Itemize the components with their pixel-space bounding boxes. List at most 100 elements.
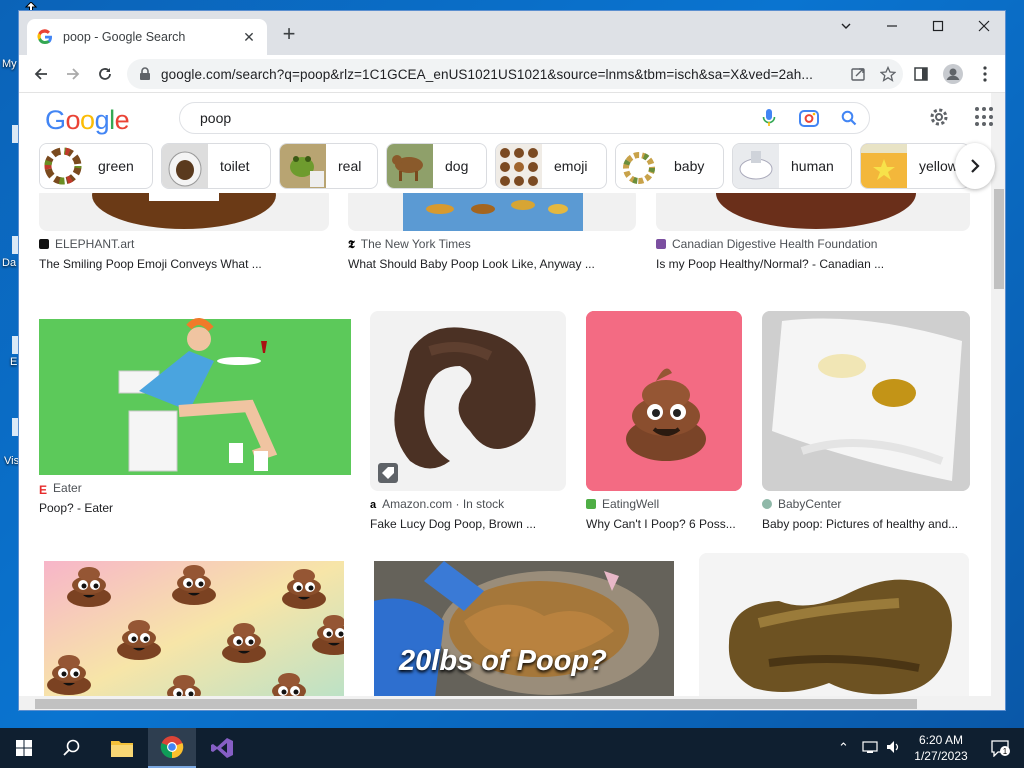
vertical-scroll-thumb[interactable] [994, 189, 1004, 289]
result-title[interactable]: The Smiling Poop Emoji Conveys What ... [39, 257, 329, 271]
result-thumbnail[interactable]: 20lbs of Poop? [374, 561, 674, 706]
side-panel-icon[interactable] [909, 62, 933, 86]
network-icon[interactable] [862, 740, 878, 757]
url-text[interactable]: google.com/search?q=poop&rlz=1C1GCEA_enU… [161, 67, 843, 82]
result-thumbnail[interactable] [39, 311, 351, 475]
image-result-card[interactable]: E Eater Poop? - Eater [39, 311, 351, 515]
result-title[interactable]: Fake Lucy Dog Poop, Brown ... [370, 517, 566, 531]
browser-menu-icon[interactable] [973, 62, 997, 86]
nyt-favicon-icon: 𝕿 [348, 239, 355, 251]
tab-close-icon[interactable]: ✕ [241, 29, 257, 46]
desktop-icon-label[interactable]: Da [2, 257, 16, 269]
chip-label: green [98, 158, 134, 174]
result-thumbnail[interactable] [39, 187, 329, 231]
chip-human[interactable]: human [732, 143, 852, 189]
file-explorer-button[interactable] [98, 728, 146, 768]
chips-next-button[interactable] [955, 143, 995, 189]
source-name: BabyCenter [778, 497, 842, 511]
search-query-text[interactable]: poop [200, 110, 749, 126]
amazon-favicon-icon: a [370, 499, 377, 511]
clock-time: 6:20 AM [918, 733, 964, 747]
voice-search-icon[interactable] [749, 103, 789, 133]
result-source[interactable]: E Eater [39, 481, 351, 495]
desktop-icon-label[interactable]: E [10, 356, 17, 368]
image-result-card[interactable]: 20lbs of Poop? [374, 561, 674, 706]
tab-title: poop - Google Search [63, 30, 186, 44]
chip-dog[interactable]: dog [386, 143, 487, 189]
image-result-card[interactable] [699, 553, 969, 706]
google-apps-icon[interactable] [975, 107, 995, 127]
chip-yellow[interactable]: yellow [860, 143, 970, 189]
emoji-thumb [496, 144, 542, 188]
result-source[interactable]: 𝕿 The New York Times [348, 237, 636, 251]
lock-icon[interactable] [139, 67, 151, 81]
result-title[interactable]: Baby poop: Pictures of healthy and... [762, 517, 970, 531]
result-thumbnail[interactable] [656, 187, 970, 231]
search-taskbar-button[interactable] [48, 728, 96, 768]
maximize-button[interactable] [915, 11, 961, 41]
result-source[interactable]: BabyCenter [762, 497, 970, 511]
settings-gear-icon[interactable] [925, 103, 953, 131]
close-window-button[interactable] [961, 11, 1005, 41]
reload-button[interactable] [93, 62, 117, 86]
result-thumbnail[interactable] [699, 553, 969, 706]
horizontal-scrollbar[interactable] [19, 696, 991, 710]
source-name: The New York Times [360, 237, 471, 251]
address-bar[interactable]: google.com/search?q=poop&rlz=1C1GCEA_enU… [127, 59, 903, 89]
result-thumbnail[interactable] [44, 561, 344, 706]
chip-label: toilet [220, 158, 250, 174]
image-result-card[interactable]: ELEPHANT.art The Smiling Poop Emoji Conv… [39, 187, 329, 271]
chip-real[interactable]: real [279, 143, 378, 189]
bookmark-star-icon[interactable] [873, 59, 903, 89]
image-result-card[interactable]: EatingWell Why Can't I Poop? 6 Poss... [586, 311, 742, 531]
tab-google-search[interactable]: poop - Google Search ✕ [27, 19, 267, 55]
vertical-scrollbar[interactable] [991, 93, 1005, 710]
chip-green[interactable]: green [39, 143, 153, 189]
visual-studio-button[interactable] [198, 728, 246, 768]
result-title[interactable]: Poop? - Eater [39, 501, 351, 515]
start-button[interactable] [0, 728, 48, 768]
result-thumbnail[interactable] [348, 187, 636, 231]
desktop-icon-label[interactable]: Vis [4, 455, 19, 467]
tab-search-chevron-icon[interactable] [823, 11, 869, 41]
notifications-button[interactable]: 1 [976, 728, 1024, 768]
chip-baby[interactable]: baby [615, 143, 724, 189]
babycenter-favicon-icon [762, 499, 772, 509]
result-thumbnail[interactable] [370, 311, 566, 491]
result-thumbnail[interactable] [586, 311, 742, 491]
volume-icon[interactable] [886, 740, 902, 757]
result-source[interactable]: EatingWell [586, 497, 742, 511]
image-result-card[interactable]: 𝕿 The New York Times What Should Baby Po… [348, 187, 636, 271]
eatingwell-favicon-icon [586, 499, 596, 509]
minimize-button[interactable] [869, 11, 915, 41]
google-logo[interactable]: Google [45, 105, 130, 136]
chrome-taskbar-button[interactable] [148, 728, 196, 768]
search-icon [63, 739, 80, 756]
show-hidden-icons-chevron[interactable]: ⌃ [838, 740, 849, 756]
image-result-card[interactable]: Canadian Digestive Health Foundation Is … [656, 187, 970, 271]
system-clock[interactable]: 6:20 AM 1/27/2023 [906, 732, 976, 764]
desktop-icon-label[interactable]: My [2, 58, 17, 70]
image-result-card[interactable]: a Amazon.com · In stock Fake Lucy Dog Po… [370, 311, 566, 531]
forward-button[interactable] [61, 62, 85, 86]
horizontal-scroll-thumb[interactable] [35, 699, 917, 709]
result-source[interactable]: a Amazon.com · In stock [370, 497, 566, 511]
result-source[interactable]: ELEPHANT.art [39, 237, 329, 251]
back-button[interactable] [29, 62, 53, 86]
result-title[interactable]: Is my Poop Healthy/Normal? - Canadian ..… [656, 257, 970, 271]
search-box[interactable]: poop [179, 102, 870, 134]
chip-label: human [791, 158, 834, 174]
profile-avatar-icon[interactable] [941, 62, 965, 86]
search-icon[interactable] [829, 103, 869, 133]
image-result-card[interactable] [44, 561, 344, 706]
new-tab-button[interactable]: + [278, 23, 300, 46]
chip-toilet[interactable]: toilet [161, 143, 271, 189]
result-source[interactable]: Canadian Digestive Health Foundation [656, 237, 970, 251]
image-result-card[interactable]: BabyCenter Baby poop: Pictures of health… [762, 311, 970, 531]
chip-emoji[interactable]: emoji [495, 143, 607, 189]
result-thumbnail[interactable] [762, 311, 970, 491]
lens-search-icon[interactable] [789, 103, 829, 133]
share-icon[interactable] [843, 59, 873, 89]
result-title[interactable]: Why Can't I Poop? 6 Poss... [586, 517, 742, 531]
result-title[interactable]: What Should Baby Poop Look Like, Anyway … [348, 257, 636, 271]
